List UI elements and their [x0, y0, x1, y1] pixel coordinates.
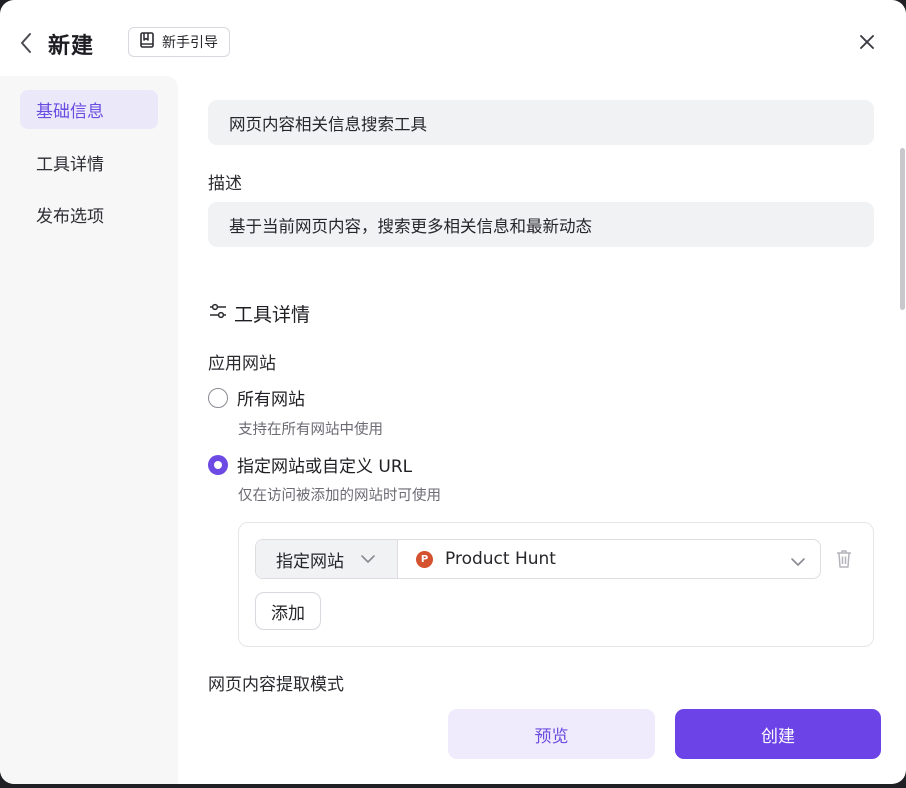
new-tool-dialog: 新建 新手引导 基础信息 工具详情 发布选项 网页内容相关信息搜索工具 描述 基…	[0, 0, 906, 784]
sidebar-item-publish-options[interactable]: 发布选项	[20, 195, 158, 234]
trash-icon[interactable]	[835, 549, 853, 573]
guide-label: 新手引导	[162, 35, 218, 51]
section-title: 工具详情	[234, 304, 311, 326]
sidebar-item-basic-info[interactable]: 基础信息	[20, 90, 158, 129]
description-input[interactable]: 基于当前网页内容，搜索更多相关信息和最新动态	[208, 202, 874, 247]
sidebar-item-label: 工具详情	[36, 155, 104, 175]
main-form: 网页内容相关信息搜索工具 描述 基于当前网页内容，搜索更多相关信息和最新动态 工…	[178, 76, 906, 784]
sidebar-item-label: 发布选项	[36, 207, 104, 227]
sliders-icon	[208, 301, 228, 326]
close-icon[interactable]	[856, 31, 878, 53]
site-type-select[interactable]: 指定网站	[256, 540, 398, 578]
site-name: Product Hunt	[445, 549, 556, 569]
radio-specific-sites-hint: 仅在访问被添加的网站时可使用	[238, 488, 441, 504]
radio-specific-sites-label: 指定网站或自定义 URL	[237, 457, 413, 477]
add-site-button[interactable]: 添加	[255, 592, 321, 630]
page-title: 新建	[48, 34, 95, 59]
dialog-header: 新建 新手引导	[0, 0, 906, 76]
radio-button-checked[interactable]	[208, 454, 228, 475]
sidebar: 基础信息 工具详情 发布选项	[0, 76, 178, 784]
site-select[interactable]: P Product Hunt	[398, 540, 820, 578]
product-hunt-logo-icon: P	[416, 550, 433, 568]
sidebar-item-label: 基础信息	[36, 102, 104, 122]
back-icon[interactable]	[16, 30, 38, 56]
radio-all-sites-label: 所有网站	[237, 390, 305, 410]
create-button[interactable]: 创建	[675, 709, 881, 759]
extract-mode-label: 网页内容提取模式	[208, 675, 344, 695]
section-tool-details: 工具详情	[208, 300, 310, 327]
description-label: 描述	[208, 174, 242, 194]
beginner-guide-button[interactable]: 新手引导	[128, 27, 230, 57]
chevron-down-icon	[790, 552, 806, 572]
book-icon	[138, 31, 156, 53]
sidebar-item-tool-details[interactable]: 工具详情	[20, 143, 158, 182]
preview-button[interactable]: 预览	[448, 709, 655, 759]
chevron-down-icon	[360, 549, 376, 569]
site-type-label: 指定网站	[276, 551, 344, 572]
radio-button[interactable]	[208, 387, 228, 408]
site-rule-row: 指定网站 P Product Hunt	[255, 539, 821, 579]
apply-sites-label: 应用网站	[208, 354, 276, 374]
site-rules-panel: 指定网站 P Product Hunt 添加	[238, 522, 874, 647]
radio-specific-sites[interactable]: 指定网站或自定义 URL	[208, 452, 412, 477]
name-input[interactable]: 网页内容相关信息搜索工具	[208, 100, 874, 145]
radio-all-sites-hint: 支持在所有网站中使用	[238, 422, 383, 438]
scrollbar[interactable]	[900, 148, 905, 310]
radio-all-sites[interactable]: 所有网站	[208, 385, 305, 410]
